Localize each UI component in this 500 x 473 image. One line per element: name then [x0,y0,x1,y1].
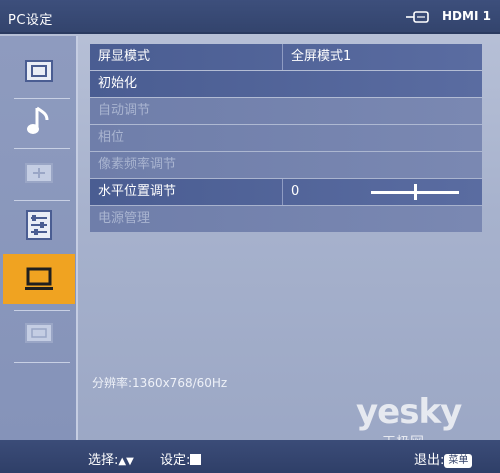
menu-row-value-area: 0 [282,179,482,205]
up-down-arrows-icon: ▲▼ [118,456,134,467]
sidebar-item-setup[interactable] [10,200,68,250]
category-sidebar [0,36,78,440]
menu-button-badge: 菜单 [444,454,473,468]
menu-row-clock: 像素频率调节 [90,152,482,178]
menu-row-label: 电源管理 [98,211,151,226]
sidebar-item-screen[interactable] [10,148,68,198]
picture-icon [25,60,53,82]
pc-settings-menu: 屏显模式 全屏模式1 初始化 自动调节 相位 像素频率调节 水平位置调节 0 电… [90,44,482,233]
set-hint: 设定: [160,449,202,468]
menu-row-power-management: 电源管理 [90,206,482,232]
screen-settings-icon [25,163,53,183]
sidebar-item-pc[interactable] [3,254,75,304]
menu-row-value-area: 全屏模式1 [282,44,482,70]
exit-hint: 退出: 菜单 [414,449,473,468]
footer-hint-bar: 选择:▲▼ 设定: 退出: 菜单 [0,440,500,473]
menu-row-auto-adjust: 自动调节 [90,98,482,124]
menu-row-label: 像素频率调节 [98,157,177,172]
menu-row-label: 自动调节 [98,103,151,118]
menu-row-label: 初始化 [98,76,138,91]
input-connector-icon [406,11,429,23]
music-note-icon [27,106,49,134]
menu-row-label: 屏显模式 [98,49,151,64]
exit-hint-label: 退出: [414,453,445,468]
menu-row-horizontal-position[interactable]: 水平位置调节 0 [90,179,482,205]
sidebar-item-picture[interactable] [10,46,68,96]
select-hint-label: 选择: [88,453,119,468]
menu-row-label: 水平位置调节 [98,184,177,199]
ok-button-icon [190,454,202,465]
sidebar-divider [14,362,70,363]
resolution-info: 分辨率:1360x768/60Hz [92,376,228,390]
page-title: PC设定 [8,13,53,28]
menu-row-reset[interactable]: 初始化 [90,71,482,97]
display-mode-value: 全屏模式1 [291,49,352,64]
pc-monitor-icon [25,267,53,290]
yesky-watermark: yesky 天极网 [356,392,462,451]
menu-row-phase: 相位 [90,125,482,151]
sidebar-item-channel[interactable] [10,308,68,358]
menu-row-display-mode[interactable]: 屏显模式 全屏模式1 [90,44,482,70]
input-source-label: HDMI 1 [442,9,491,23]
horizontal-position-value: 0 [291,184,300,199]
slider-knob[interactable] [414,184,417,200]
select-hint: 选择:▲▼ [88,449,134,468]
menu-row-label: 相位 [98,130,125,145]
sidebar-item-sound[interactable] [10,96,68,146]
set-hint-label: 设定: [160,453,191,468]
watermark-logo: yesky [356,392,462,432]
title-bar: PC设定 HDMI 1 [0,0,500,34]
channel-icon [25,323,53,343]
setup-list-icon [26,210,52,240]
